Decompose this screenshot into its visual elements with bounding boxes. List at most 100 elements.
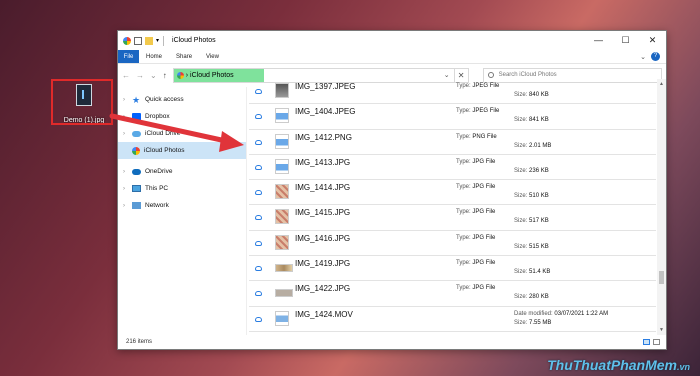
sidebar-item-label: OneDrive (145, 168, 173, 175)
image-thumbnail (275, 234, 289, 250)
details-view-icon[interactable] (643, 339, 650, 345)
forward-button[interactable]: → (136, 71, 144, 80)
scrollbar-thumb[interactable] (659, 271, 664, 284)
file-row[interactable]: IMG_1397.JPEG Type: JPEG File Size: 840 … (249, 79, 656, 105)
pane-splitter[interactable] (246, 87, 247, 335)
sidebar-item-icloud-drive[interactable]: › iCloud Drive (118, 125, 246, 142)
cloud-status-icon (255, 240, 262, 246)
tab-share[interactable]: Share (169, 50, 199, 63)
file-row[interactable]: IMG_1419.JPG Type: JPG File Size: 51.4 K… (249, 256, 656, 282)
search-icon (487, 72, 494, 78)
help-icon[interactable]: ? (651, 52, 660, 61)
network-icon (132, 202, 141, 209)
cloud-status-icon (255, 89, 262, 94)
image-thumbnail (275, 209, 289, 225)
image-thumbnail (275, 83, 289, 98)
file-size: Size: 2.01 MB (514, 142, 552, 149)
window-controls: — ☐ ✕ (585, 35, 666, 46)
maximize-button[interactable]: ☐ (612, 35, 639, 46)
minimize-button[interactable]: — (585, 35, 612, 46)
file-row[interactable]: IMG_1416.JPG Type: JPG File Size: 515 KB (249, 231, 656, 257)
item-count: 216 items (126, 339, 153, 345)
icloud-photos-icon (176, 71, 184, 79)
chevron-right-icon[interactable]: › (123, 203, 128, 209)
up-button[interactable]: ↑ (163, 71, 167, 80)
sidebar-item-label: Quick access (145, 96, 184, 103)
tab-view[interactable]: View (199, 50, 226, 63)
cloud-icon (132, 130, 141, 137)
file-row[interactable]: IMG_1414.JPG Type: JPG File Size: 510 KB (249, 180, 656, 206)
file-size: Size: 510 KB (514, 193, 549, 200)
customize-toolbar-icon[interactable]: ▾ (156, 37, 159, 44)
file-size: Size: 280 KB (514, 294, 549, 301)
back-button[interactable]: ← (122, 71, 130, 80)
file-row[interactable]: IMG_1412.PNG Type: PNG File Size: 2.01 M… (249, 130, 656, 155)
navigation-pane: › ★ Quick access › Dropbox › iCloud Driv… (118, 87, 246, 335)
file-size: Size: 515 KB (514, 243, 549, 250)
file-name: IMG_1412.PNG (295, 132, 352, 142)
sidebar-item-icloud-photos[interactable]: iCloud Photos (118, 142, 246, 159)
address-dropdown-button[interactable]: ⌄ (444, 71, 450, 79)
scroll-down-icon[interactable]: ▼ (657, 327, 666, 333)
file-size: Size: 7.55 MB (514, 319, 552, 326)
file-type: Type: JPG File (456, 260, 496, 267)
chevron-right-icon[interactable]: › (123, 186, 128, 192)
file-row[interactable]: IMG_1415.JPG Type: JPG File Size: 517 KB (249, 205, 656, 231)
onedrive-icon (132, 168, 141, 175)
file-name: IMG_1419.JPG (295, 259, 351, 269)
watermark-suffix: .vn (676, 362, 690, 372)
recent-locations-button[interactable]: ⌄ (150, 71, 157, 80)
cloud-status-icon (255, 316, 262, 322)
file-row[interactable]: IMG_1404.JPEG Type: JPEG File Size: 841 … (249, 104, 656, 130)
chevron-right-icon[interactable]: › (123, 97, 128, 103)
file-name: IMG_1422.JPG (295, 284, 351, 294)
file-type: Type: JPG File (456, 285, 496, 292)
cloud-status-icon (255, 291, 262, 297)
new-folder-icon[interactable] (145, 36, 153, 45)
file-name: IMG_1404.JPEG (295, 107, 356, 117)
window-title: iCloud Photos (172, 37, 216, 44)
watermark-text: ThuThuatPhanMem (547, 357, 677, 373)
sidebar-item-onedrive[interactable]: › OneDrive (118, 163, 246, 180)
cloud-status-icon (255, 139, 262, 145)
tab-home[interactable]: Home (139, 50, 169, 63)
image-thumbnail (275, 133, 289, 149)
sidebar-item-network[interactable]: › Network (118, 197, 246, 214)
scroll-up-icon[interactable]: ▲ (657, 81, 666, 87)
sidebar-item-label: iCloud Photos (144, 147, 185, 154)
close-button[interactable]: ✕ (639, 35, 666, 46)
divider (163, 35, 165, 46)
sidebar-item-quick-access[interactable]: › ★ Quick access (118, 91, 246, 108)
file-list: IMG_1397.JPEG Type: JPEG File Size: 840 … (249, 79, 656, 335)
large-icons-view-icon[interactable] (653, 339, 660, 345)
file-size: Size: 841 KB (514, 117, 549, 124)
chevron-right-icon[interactable]: › (123, 131, 128, 137)
tab-file[interactable]: File (118, 50, 139, 63)
file-type: Type: JPG File (456, 209, 496, 216)
file-name: IMG_1424.MOV (295, 309, 353, 319)
file-name: IMG_1413.JPG (295, 157, 351, 167)
file-row[interactable]: IMG_1413.JPG Type: JPG File Size: 236 KB (249, 155, 656, 181)
properties-icon[interactable] (134, 36, 142, 45)
chevron-right-icon[interactable]: › (123, 114, 128, 120)
file-name: IMG_1397.JPEG (295, 82, 356, 91)
sidebar-item-label: iCloud Drive (145, 130, 181, 137)
file-date-modified: Date modified: 03/07/2021 1:22 AM (514, 310, 609, 317)
cloud-status-icon (255, 266, 262, 272)
breadcrumb-separator-icon[interactable]: › (186, 72, 188, 79)
status-bar: 216 items (118, 335, 666, 349)
sidebar-item-label: Network (145, 202, 169, 209)
image-thumbnail (275, 108, 289, 124)
expand-ribbon-icon[interactable]: ⌄ (640, 53, 646, 61)
image-thumbnail (275, 289, 293, 298)
vertical-scrollbar[interactable]: ▲ ▼ (657, 79, 666, 335)
file-type: Type: JPG File (456, 184, 496, 191)
breadcrumb-location[interactable]: iCloud Photos (190, 72, 234, 79)
sidebar-item-this-pc[interactable]: › This PC (118, 180, 246, 197)
file-row[interactable]: IMG_1422.JPG Type: JPG File Size: 280 KB (249, 281, 656, 307)
sidebar-item-dropbox[interactable]: › Dropbox (118, 108, 246, 125)
chevron-right-icon[interactable]: › (123, 169, 128, 175)
video-thumbnail (275, 310, 289, 326)
ribbon: File Home Share View ⌄ ? (118, 50, 666, 64)
file-row[interactable]: IMG_1424.MOV Date modified: 03/07/2021 1… (249, 307, 656, 332)
